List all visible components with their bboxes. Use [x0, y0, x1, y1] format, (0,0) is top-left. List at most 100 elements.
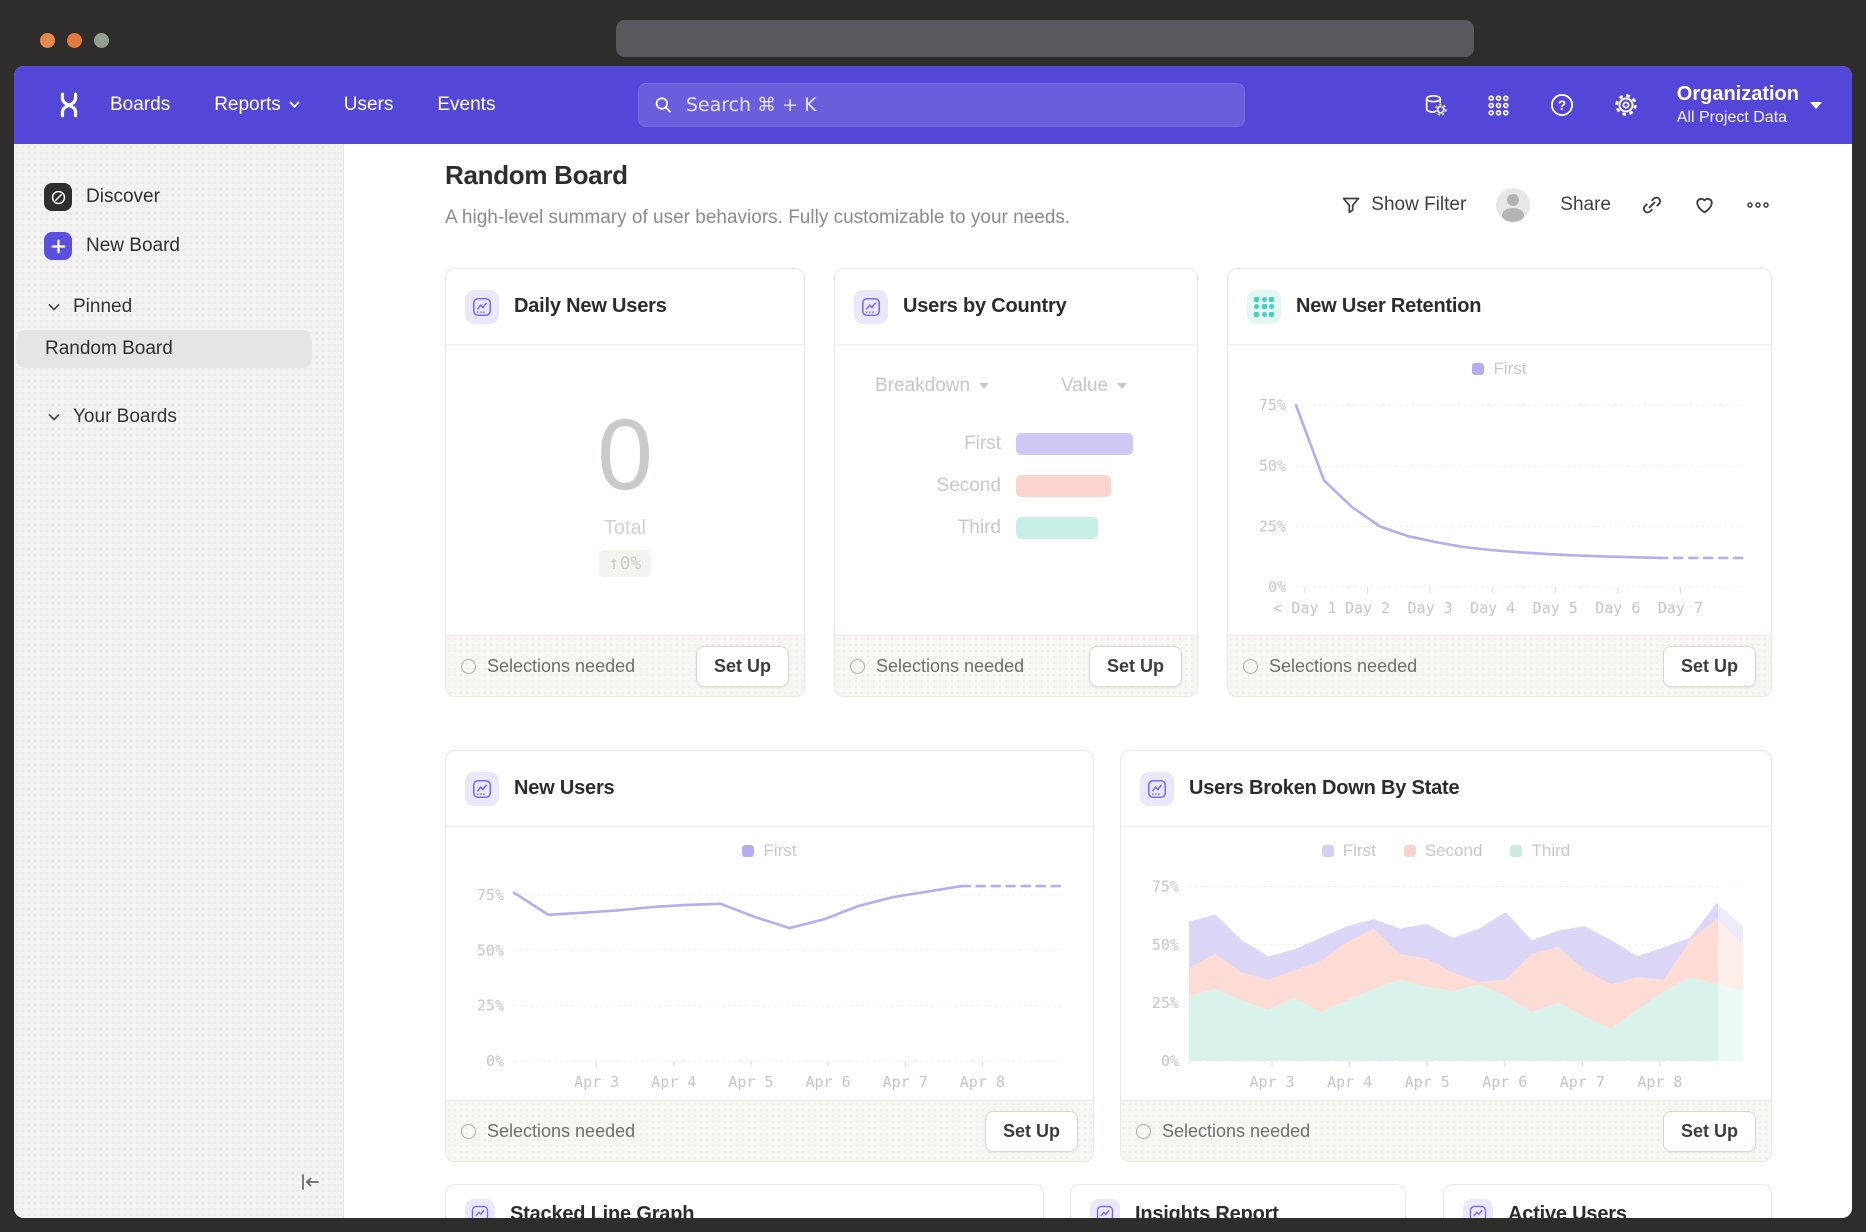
legend-chip [1472, 363, 1484, 375]
svg-text:Apr 8: Apr 8 [1637, 1073, 1682, 1091]
status-text: Selections needed [1243, 656, 1417, 677]
svg-text:Apr 7: Apr 7 [883, 1073, 928, 1091]
set-up-button[interactable]: Set Up [985, 1111, 1078, 1152]
line-chart-icon [1463, 1199, 1493, 1218]
nav-item-events[interactable]: Events [437, 94, 495, 116]
mixpanel-logo-icon[interactable] [54, 90, 84, 125]
set-up-button[interactable]: Set Up [1663, 646, 1756, 687]
svg-text:50%: 50% [477, 941, 504, 959]
search-input[interactable] [684, 93, 1229, 117]
sidebar-item-new-board[interactable]: New Board [44, 232, 180, 260]
nav-utilities: ? Organization All Project Data [1423, 66, 1852, 144]
bar-row: First [835, 433, 1197, 455]
show-filter-button[interactable]: Show Filter [1341, 194, 1466, 216]
card-users-by-state: Users Broken Down By State FirstSecondTh… [1120, 750, 1772, 1162]
chevron-down-icon [979, 383, 989, 389]
bar-chart-body: Breakdown Value First Second [835, 345, 1197, 636]
sidebar-item-random-board[interactable]: Random Board [16, 330, 312, 368]
help-icon[interactable]: ? [1549, 92, 1575, 118]
legend-item: First [742, 841, 796, 861]
window-close-button[interactable] [40, 33, 55, 48]
kpi-delta-badge: ↑0% [599, 550, 652, 577]
card-title: Users by Country [903, 295, 1067, 318]
apps-grid-icon[interactable] [1486, 93, 1511, 118]
window-minimize-button[interactable] [67, 33, 82, 48]
line-chart-icon [854, 290, 888, 324]
app-window: Boards Reports Users Events [0, 0, 1866, 1232]
card-new-user-retention: New User Retention First 75%50%25%0%< Da… [1227, 268, 1772, 697]
set-up-button[interactable]: Set Up [1089, 646, 1182, 687]
legend-chip [1322, 845, 1334, 857]
sidebar-item-discover[interactable]: Discover [44, 183, 160, 211]
chart-legend: FirstSecondThird [1121, 841, 1771, 861]
svg-text:0%: 0% [486, 1052, 504, 1070]
line-chart-icon [1140, 772, 1174, 806]
sidebar: Discover New Board Pinned Random Board [14, 144, 344, 1218]
value-dropdown[interactable]: Value [1061, 375, 1127, 397]
share-button[interactable]: Share [1560, 194, 1611, 216]
status-text: Selections needed [461, 656, 635, 677]
bar-label: First [835, 433, 1016, 455]
settings-gear-icon[interactable] [1613, 92, 1639, 118]
nav-item-boards[interactable]: Boards [110, 94, 170, 116]
show-filter-label: Show Filter [1371, 194, 1466, 216]
svg-text:25%: 25% [477, 997, 504, 1015]
bar-rows: First Second Third [835, 433, 1197, 559]
card-title: Active Users [1508, 1203, 1627, 1219]
card-title: New Users [514, 777, 614, 800]
legend-label: First [1343, 841, 1376, 861]
breakdown-dropdown[interactable]: Breakdown [875, 375, 989, 397]
data-management-icon[interactable] [1423, 93, 1448, 118]
window-zoom-button[interactable] [94, 33, 109, 48]
collapse-sidebar-button[interactable] [299, 1173, 321, 1196]
browser-address-bar[interactable] [616, 20, 1474, 57]
more-options-button[interactable] [1746, 201, 1770, 209]
search-icon [654, 95, 673, 115]
bar-third [1016, 517, 1098, 539]
bar-row: Third [835, 517, 1197, 539]
nav-item-users[interactable]: Users [344, 94, 394, 116]
svg-text:Apr 6: Apr 6 [1482, 1073, 1527, 1091]
sidebar-section-pinned[interactable]: Pinned [48, 296, 132, 318]
card-title: New User Retention [1296, 295, 1481, 318]
svg-text:0%: 0% [1161, 1052, 1179, 1070]
status-text: Selections needed [461, 1121, 635, 1142]
board-item-label: Random Board [45, 338, 173, 360]
sidebar-section-your-boards[interactable]: Your Boards [48, 406, 177, 428]
nav-item-reports[interactable]: Reports [214, 94, 300, 116]
svg-text:25%: 25% [1259, 517, 1286, 535]
card-footer: Selections needed Set Up [1228, 635, 1771, 696]
card-users-by-country: Users by Country Breakdown Value First [834, 268, 1198, 697]
avatar[interactable] [1496, 188, 1530, 222]
favorite-button[interactable] [1693, 194, 1716, 216]
bar-row: Second [835, 475, 1197, 497]
line-chart-icon [465, 290, 499, 324]
legend-item: Second [1404, 841, 1483, 861]
board-actions: Show Filter Share [1341, 188, 1770, 222]
nav-item-label: Users [344, 94, 394, 116]
set-up-button[interactable]: Set Up [1663, 1111, 1756, 1152]
set-up-button[interactable]: Set Up [696, 646, 789, 687]
copy-link-button[interactable] [1641, 194, 1663, 216]
line-chart-icon [1090, 1199, 1120, 1218]
line-chart-icon [465, 772, 499, 806]
card-header: Users Broken Down By State [1121, 751, 1771, 827]
link-icon [1641, 194, 1663, 216]
status-text: Selections needed [850, 656, 1024, 677]
bar-label: Second [835, 475, 1016, 497]
svg-text:75%: 75% [477, 886, 504, 904]
global-search[interactable] [638, 83, 1245, 127]
org-name: Organization [1677, 83, 1799, 106]
card-footer: Selections needed Set Up [446, 1100, 1093, 1161]
section-label: Your Boards [73, 406, 177, 428]
legend-label: First [763, 841, 796, 861]
svg-text:Day 3: Day 3 [1408, 599, 1453, 617]
card-title: Insights Report [1135, 1203, 1279, 1219]
chart-legend: First [1228, 359, 1771, 379]
card-title: Stacked Line Graph [510, 1203, 694, 1219]
svg-text:Apr 5: Apr 5 [728, 1073, 773, 1091]
org-project-selector[interactable]: Organization All Project Data [1677, 83, 1822, 127]
svg-text:Day 2: Day 2 [1345, 599, 1390, 617]
avatar-head [1507, 194, 1519, 206]
svg-text:Apr 4: Apr 4 [1327, 1073, 1372, 1091]
